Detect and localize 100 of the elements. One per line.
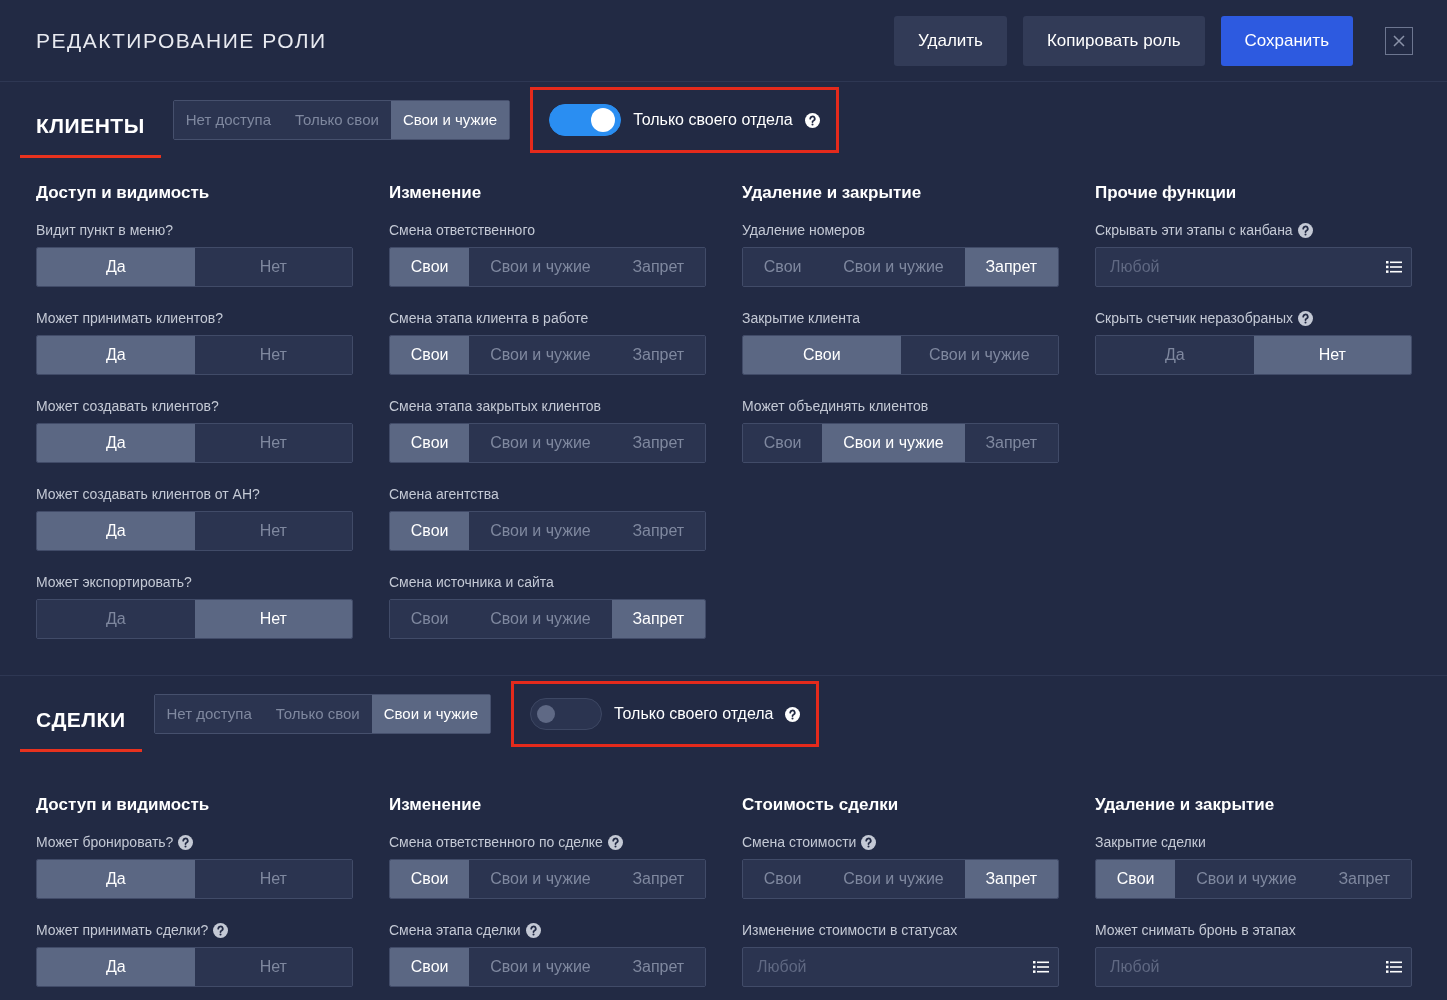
- field-label: Может снимать бронь в этапах: [1095, 921, 1296, 940]
- segment-option[interactable]: Запрет: [964, 860, 1058, 898]
- access-option[interactable]: Только свои: [283, 101, 391, 139]
- segment-option[interactable]: Свои: [390, 336, 470, 374]
- help-icon[interactable]: [861, 835, 877, 850]
- column-heading: Удаление и закрытие: [1095, 795, 1276, 815]
- close-button[interactable]: [1385, 26, 1413, 55]
- access-option[interactable]: Нет доступа: [173, 101, 284, 139]
- segment-option[interactable]: Свои и чужие: [822, 424, 965, 462]
- save-button[interactable]: Сохранить: [1220, 15, 1353, 66]
- toggle-switch[interactable]: [549, 104, 622, 136]
- segment-option[interactable]: Свои: [743, 424, 823, 462]
- segment-option[interactable]: Свои и чужие: [469, 512, 612, 550]
- segment-option[interactable]: Запрет: [964, 424, 1058, 462]
- segment-option[interactable]: Свои: [390, 512, 470, 550]
- segment-option[interactable]: Свои: [390, 424, 470, 462]
- segment-option[interactable]: Да: [37, 424, 195, 462]
- list-icon[interactable]: [1386, 260, 1402, 274]
- action-button[interactable]: Копировать роль: [1022, 15, 1205, 66]
- segment-option[interactable]: Свои и чужие: [469, 424, 612, 462]
- field-label: Скрывать эти этапы с канбана: [1095, 221, 1293, 240]
- segment-option[interactable]: Свои и чужие: [469, 336, 612, 374]
- segment-option[interactable]: Свои и чужие: [822, 860, 965, 898]
- field-label: Смена агентства: [389, 485, 499, 504]
- field-label: Может экспортировать?: [36, 573, 192, 592]
- segment-option[interactable]: Свои и чужие: [469, 600, 612, 638]
- section-title: КЛИЕНТЫ: [20, 96, 161, 158]
- segment-option[interactable]: Запрет: [611, 336, 705, 374]
- segment-option[interactable]: Свои и чужие: [1175, 860, 1318, 898]
- action-button[interactable]: Удалить: [894, 15, 1007, 66]
- segment-option[interactable]: Нет: [194, 860, 352, 898]
- help-icon[interactable]: [525, 923, 541, 938]
- segment-option[interactable]: Свои и чужие: [822, 248, 965, 286]
- column-heading: Прочие функции: [1095, 183, 1238, 203]
- help-icon[interactable]: [804, 112, 820, 128]
- column-heading: Изменение: [389, 183, 483, 203]
- segment-option[interactable]: Свои и чужие: [469, 948, 612, 986]
- column-heading: Стоимость сделки: [742, 795, 900, 815]
- segment-option[interactable]: Свои: [390, 948, 470, 986]
- segment-option[interactable]: Запрет: [611, 424, 705, 462]
- help-icon[interactable]: [1298, 311, 1314, 326]
- segment-option[interactable]: Запрет: [611, 512, 705, 550]
- segment-option[interactable]: Свои: [743, 860, 823, 898]
- segment-option[interactable]: Свои и чужие: [469, 860, 612, 898]
- field-label: Может принимать клиентов?: [36, 309, 223, 328]
- toggle-label: Только своего отдела: [614, 704, 774, 724]
- segment-option[interactable]: Нет: [1253, 336, 1411, 374]
- segment-option[interactable]: Запрет: [611, 248, 705, 286]
- help-icon[interactable]: [178, 835, 194, 850]
- field-label: Смена стоимости: [742, 833, 857, 852]
- segment-option[interactable]: Запрет: [611, 948, 705, 986]
- segment-option[interactable]: Да: [37, 512, 195, 550]
- column-heading: Изменение: [389, 795, 483, 815]
- help-icon[interactable]: [1297, 223, 1313, 238]
- segment-option[interactable]: Запрет: [964, 248, 1058, 286]
- segment-option[interactable]: Да: [1096, 336, 1254, 374]
- help-icon[interactable]: [607, 835, 623, 850]
- access-option[interactable]: Только свои: [263, 695, 372, 733]
- section-title: СДЕЛКИ: [20, 690, 142, 752]
- column-heading: Доступ и видимость: [36, 183, 211, 203]
- segment-option[interactable]: Нет: [194, 248, 352, 286]
- segment-option[interactable]: Свои: [390, 248, 470, 286]
- segment-option[interactable]: Нет: [194, 512, 352, 550]
- segment-option[interactable]: Свои: [390, 860, 470, 898]
- field-label: Может создавать клиентов от АН?: [36, 485, 260, 504]
- list-icon[interactable]: [1033, 960, 1049, 974]
- segment-option[interactable]: Запрет: [1317, 860, 1411, 898]
- segment-option[interactable]: Нет: [194, 336, 352, 374]
- field-label: Может принимать сделки?: [36, 921, 209, 940]
- access-option[interactable]: Свои и чужие: [390, 101, 510, 139]
- access-option[interactable]: Свои и чужие: [371, 695, 490, 733]
- help-icon[interactable]: [213, 923, 229, 938]
- segment-option[interactable]: Свои: [743, 248, 823, 286]
- segment-option[interactable]: Свои: [390, 600, 470, 638]
- segment-option[interactable]: Да: [37, 248, 195, 286]
- column-heading: Удаление и закрытие: [742, 183, 923, 203]
- segment-option[interactable]: Да: [37, 948, 195, 986]
- segment-option[interactable]: Запрет: [611, 600, 705, 638]
- toggle-switch[interactable]: [530, 698, 602, 730]
- segment-option[interactable]: Свои: [1096, 860, 1176, 898]
- segment-option[interactable]: Нет: [194, 424, 352, 462]
- help-icon[interactable]: [785, 706, 801, 722]
- page-title: РЕДАКТИРОВАНИЕ РОЛИ: [36, 27, 327, 54]
- access-option[interactable]: Нет доступа: [154, 695, 264, 733]
- segment-option[interactable]: Свои и чужие: [900, 336, 1058, 374]
- segment-option[interactable]: Запрет: [611, 860, 705, 898]
- segment-option[interactable]: Да: [37, 860, 195, 898]
- list-icon[interactable]: [1386, 960, 1402, 974]
- close-icon: [1392, 33, 1406, 48]
- field-label: Закрытие клиента: [742, 309, 860, 328]
- segment-option[interactable]: Да: [37, 600, 195, 638]
- field-label: Изменение стоимости в статусах: [742, 921, 958, 940]
- segment-option[interactable]: Свои: [743, 336, 901, 374]
- field-label: Видит пункт в меню?: [36, 221, 174, 240]
- field-label: Скрыть счетчик неразобраных: [1095, 309, 1294, 328]
- segment-option[interactable]: Свои и чужие: [469, 248, 612, 286]
- field-label: Смена этапа закрытых клиентов: [389, 397, 601, 416]
- segment-option[interactable]: Да: [37, 336, 195, 374]
- segment-option[interactable]: Нет: [194, 600, 352, 638]
- segment-option[interactable]: Нет: [194, 948, 352, 986]
